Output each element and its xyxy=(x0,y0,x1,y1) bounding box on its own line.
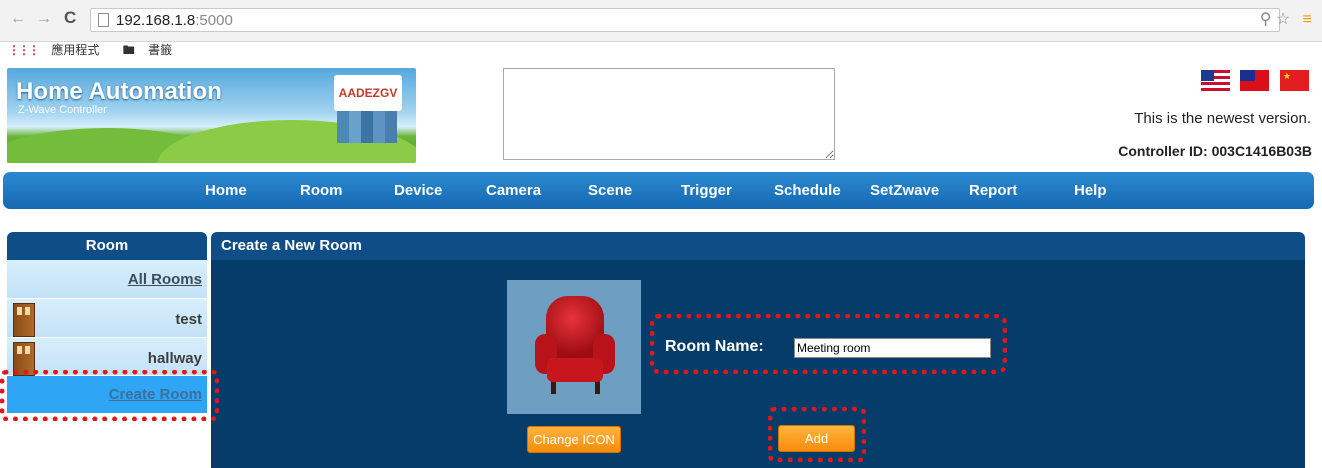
nav-help[interactable]: Help xyxy=(1074,182,1107,199)
room-icon-preview xyxy=(507,280,641,414)
version-status: This is the newest version. xyxy=(1134,110,1311,127)
chair-icon-part xyxy=(547,358,603,382)
all-rooms-link[interactable]: All Rooms xyxy=(128,271,202,288)
change-icon-button[interactable]: Change ICON xyxy=(527,426,621,453)
back-arrow-icon[interactable]: ← xyxy=(10,10,26,28)
menu-icon[interactable]: ≡ xyxy=(1303,11,1312,28)
flag-cn-icon[interactable]: ★ xyxy=(1279,70,1309,91)
apps-grid-icon: ⋮⋮⋮ xyxy=(8,43,40,57)
page-icon xyxy=(98,13,109,27)
url-text: 192.168.1.8:5000 xyxy=(116,12,233,29)
chair-icon-part xyxy=(595,380,600,394)
address-bar[interactable]: 192.168.1.8:5000 xyxy=(90,8,1280,32)
forward-arrow-icon[interactable]: → xyxy=(36,10,52,28)
nav-report[interactable]: Report xyxy=(969,182,1017,199)
room-label: test xyxy=(175,311,202,328)
highlight-add-button xyxy=(768,407,866,462)
nav-trigger[interactable]: Trigger xyxy=(681,182,732,199)
controller-id: Controller ID: 003C1416B03B xyxy=(1118,143,1312,159)
nav-setzwave[interactable]: SetZwave xyxy=(870,182,939,199)
chair-icon-part xyxy=(551,380,556,394)
room-label: hallway xyxy=(147,350,202,367)
nav-home[interactable]: Home xyxy=(205,182,247,199)
sidebar-item-all-rooms[interactable]: All Rooms xyxy=(7,260,207,299)
language-flags: ★ xyxy=(1195,70,1309,91)
flag-tw-icon[interactable] xyxy=(1240,70,1270,91)
nav-device[interactable]: Device xyxy=(394,182,442,199)
flag-us-icon[interactable] xyxy=(1201,70,1230,91)
highlight-create-room xyxy=(0,370,219,421)
brand-logo: AADEZGV xyxy=(334,75,402,111)
nav-scene[interactable]: Scene xyxy=(588,182,632,199)
main-nav: Home Room Device Camera Scene Trigger Sc… xyxy=(3,172,1314,209)
nav-camera[interactable]: Camera xyxy=(486,182,541,199)
bookmark-apps[interactable]: ⋮⋮⋮ 應用程式 xyxy=(8,43,109,57)
key-icon[interactable]: ⚲ xyxy=(1260,11,1272,28)
browser-toolbar: ← → C 192.168.1.8:5000 ⚲ ☆ ≡ xyxy=(0,0,1322,42)
highlight-room-name xyxy=(650,314,1007,374)
banner-title: Home Automation xyxy=(16,78,222,105)
nav-schedule[interactable]: Schedule xyxy=(774,182,841,199)
banner-subtitle: Z-Wave Controller xyxy=(18,104,107,116)
reload-icon[interactable]: C xyxy=(64,8,76,28)
panel-title: Create a New Room xyxy=(211,232,1305,260)
sidebar-item-room[interactable]: test xyxy=(7,299,207,338)
door-icon xyxy=(13,303,35,337)
bookmark-folder[interactable]: 🖿 書籤 xyxy=(123,43,182,57)
notes-textarea[interactable] xyxy=(503,68,835,160)
bookmark-star-icon[interactable]: ☆ xyxy=(1276,11,1290,28)
nav-room[interactable]: Room xyxy=(300,182,343,199)
browser-tools: ⚲ ☆ ≡ xyxy=(1260,9,1312,29)
sidebar-title: Room xyxy=(7,232,207,260)
home-automation-banner: Home Automation Z-Wave Controller AADEZG… xyxy=(7,68,416,163)
folder-icon: 🖿 xyxy=(122,43,135,57)
bookmarks-bar: ⋮⋮⋮ 應用程式 🖿 書籤 xyxy=(8,41,192,59)
